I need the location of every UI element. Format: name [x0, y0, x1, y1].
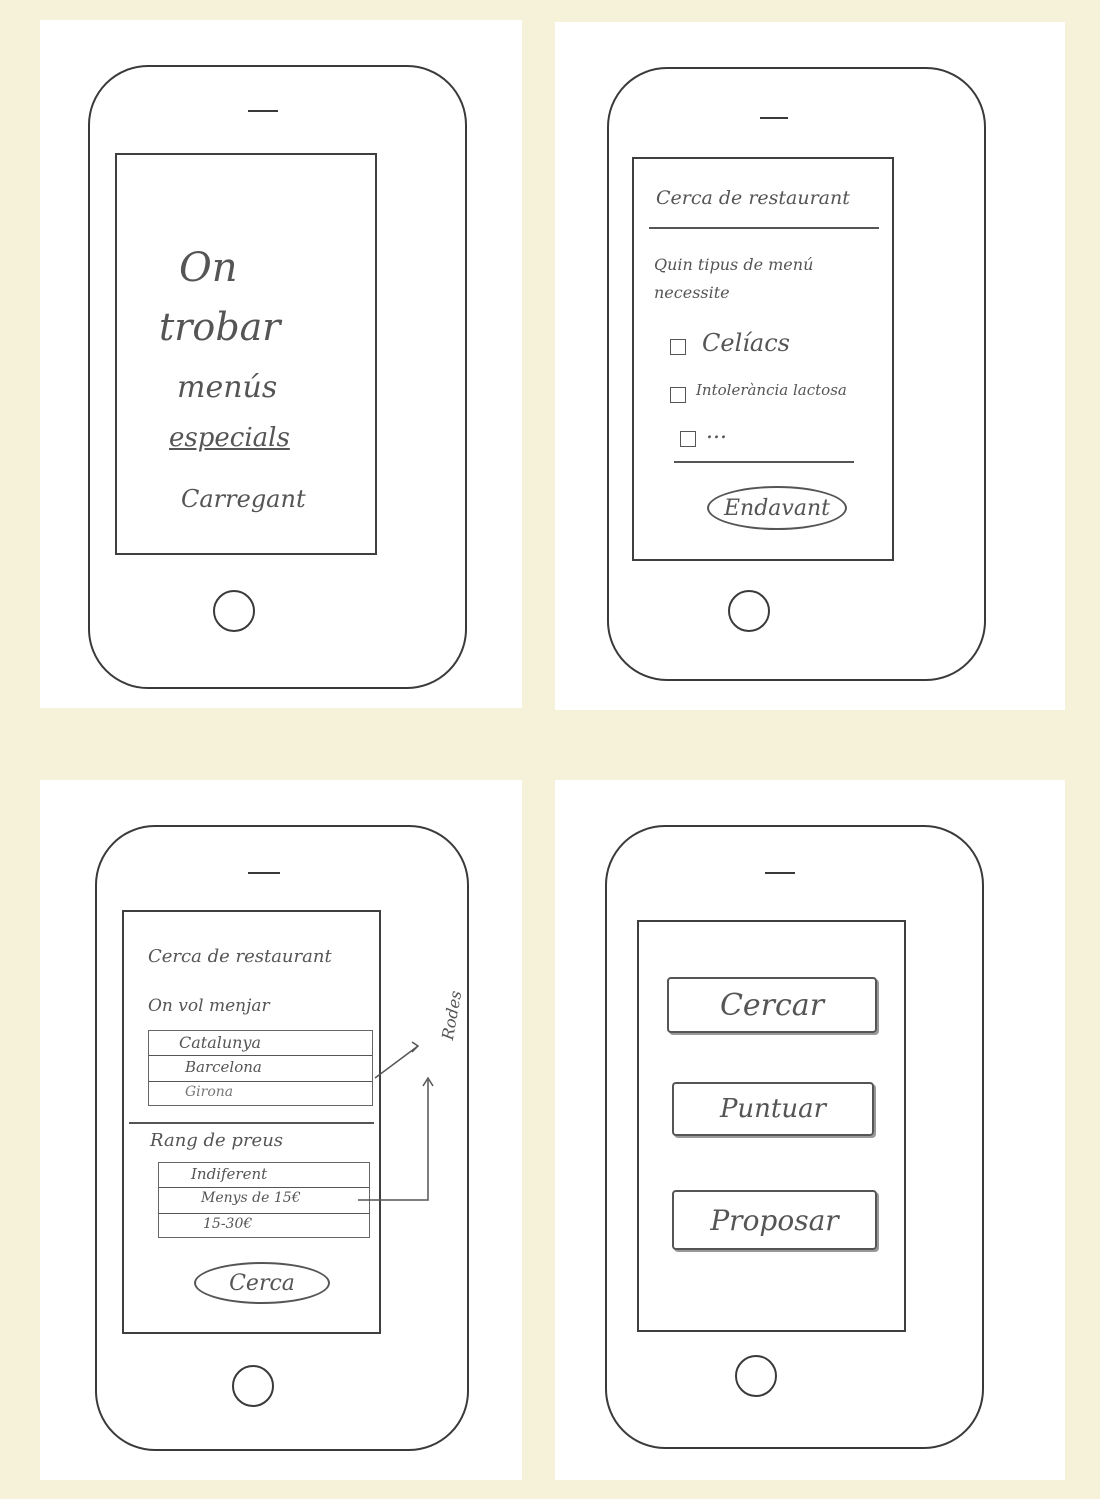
loading-text: Carregant	[181, 485, 306, 513]
picker-row-divider	[149, 1081, 372, 1082]
speaker-icon	[248, 872, 280, 874]
sketch-sheet-2: Cerca de restaurant Quin tipus de menú n…	[555, 22, 1065, 710]
screen-title: Cerca de restaurant	[148, 946, 332, 967]
sketch-sheet-3: Cerca de restaurant On vol menjar Catalu…	[40, 780, 522, 1480]
next-button[interactable]: Endavant	[707, 486, 847, 530]
section-divider	[129, 1122, 374, 1124]
checkbox-lactose[interactable]	[670, 387, 686, 403]
speaker-icon	[760, 117, 788, 119]
option-more: ...	[706, 419, 727, 444]
propose-menu-label: Proposar	[710, 1203, 839, 1237]
price-option[interactable]: Menys de 15€	[201, 1190, 301, 1206]
option-celiac: Celíacs	[702, 329, 790, 357]
rate-menu-button[interactable]: Puntuar	[672, 1082, 874, 1136]
home-button-icon	[213, 590, 255, 632]
phone-screen: Cerca de restaurant On vol menjar Catalu…	[122, 910, 381, 1334]
splash-line-3: menús	[177, 370, 278, 405]
picker-row-divider	[159, 1213, 369, 1214]
screen-title: Cerca de restaurant	[656, 187, 850, 209]
home-button-icon	[728, 590, 770, 632]
price-option[interactable]: 15-30€	[203, 1216, 252, 1232]
splash-line-2: trobar	[159, 305, 281, 349]
phone-screen: Cerca de restaurant Quin tipus de menú n…	[632, 157, 894, 561]
search-button-label: Cerca	[229, 1270, 295, 1296]
home-button-icon	[232, 1365, 274, 1407]
picker-row-divider	[149, 1055, 372, 1056]
splash-line-4: especials	[169, 423, 290, 453]
option-lactose: Intolerància lactosa	[696, 381, 847, 399]
search-menu-button[interactable]: Cercar	[667, 977, 877, 1033]
checkbox-celiac[interactable]	[670, 339, 686, 355]
speaker-icon	[765, 872, 795, 874]
price-section-title: Rang de preus	[150, 1130, 284, 1151]
picker-row-divider	[159, 1187, 369, 1188]
price-picker[interactable]: Indiferent Menys de 15€ 15-30€	[158, 1162, 370, 1238]
region-option[interactable]: Barcelona	[185, 1058, 262, 1076]
rate-menu-label: Puntuar	[719, 1094, 827, 1124]
region-option[interactable]: Catalunya	[179, 1033, 261, 1052]
region-picker[interactable]: Catalunya Barcelona Girona	[148, 1030, 373, 1106]
checkbox-more[interactable]	[680, 431, 696, 447]
search-menu-label: Cercar	[719, 987, 825, 1023]
options-divider	[674, 461, 854, 463]
propose-menu-button[interactable]: Proposar	[672, 1190, 877, 1250]
price-option[interactable]: Indiferent	[191, 1165, 267, 1183]
phone-screen: Cercar Puntuar Proposar	[637, 920, 906, 1332]
phone-screen: On trobar menús especials Carregant	[115, 153, 377, 555]
sketch-sheet-4: Cercar Puntuar Proposar	[555, 780, 1065, 1480]
sketch-sheet-1: On trobar menús especials Carregant	[40, 20, 522, 708]
next-button-label: Endavant	[724, 495, 830, 521]
region-option[interactable]: Girona	[185, 1084, 233, 1100]
question-text: Quin tipus de menú necessite	[654, 255, 814, 302]
question-text: On vol menjar	[148, 996, 270, 1016]
home-button-icon	[735, 1355, 777, 1397]
speaker-icon	[248, 110, 278, 112]
title-divider	[649, 227, 879, 229]
search-button[interactable]: Cerca	[194, 1262, 330, 1304]
splash-line-1: On	[179, 245, 238, 291]
